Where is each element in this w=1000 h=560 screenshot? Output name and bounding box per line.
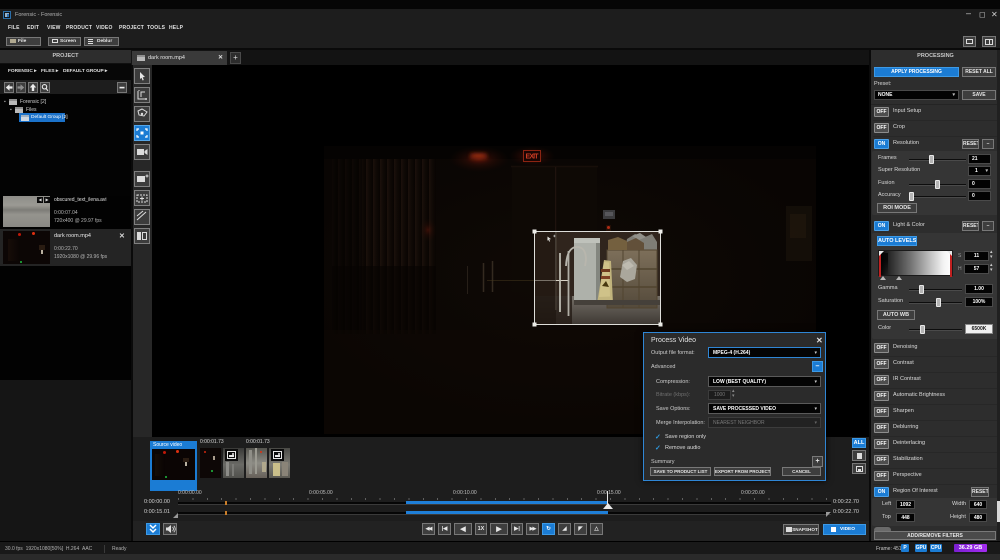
svg-text:EXIT: EXIT <box>526 154 540 161</box>
